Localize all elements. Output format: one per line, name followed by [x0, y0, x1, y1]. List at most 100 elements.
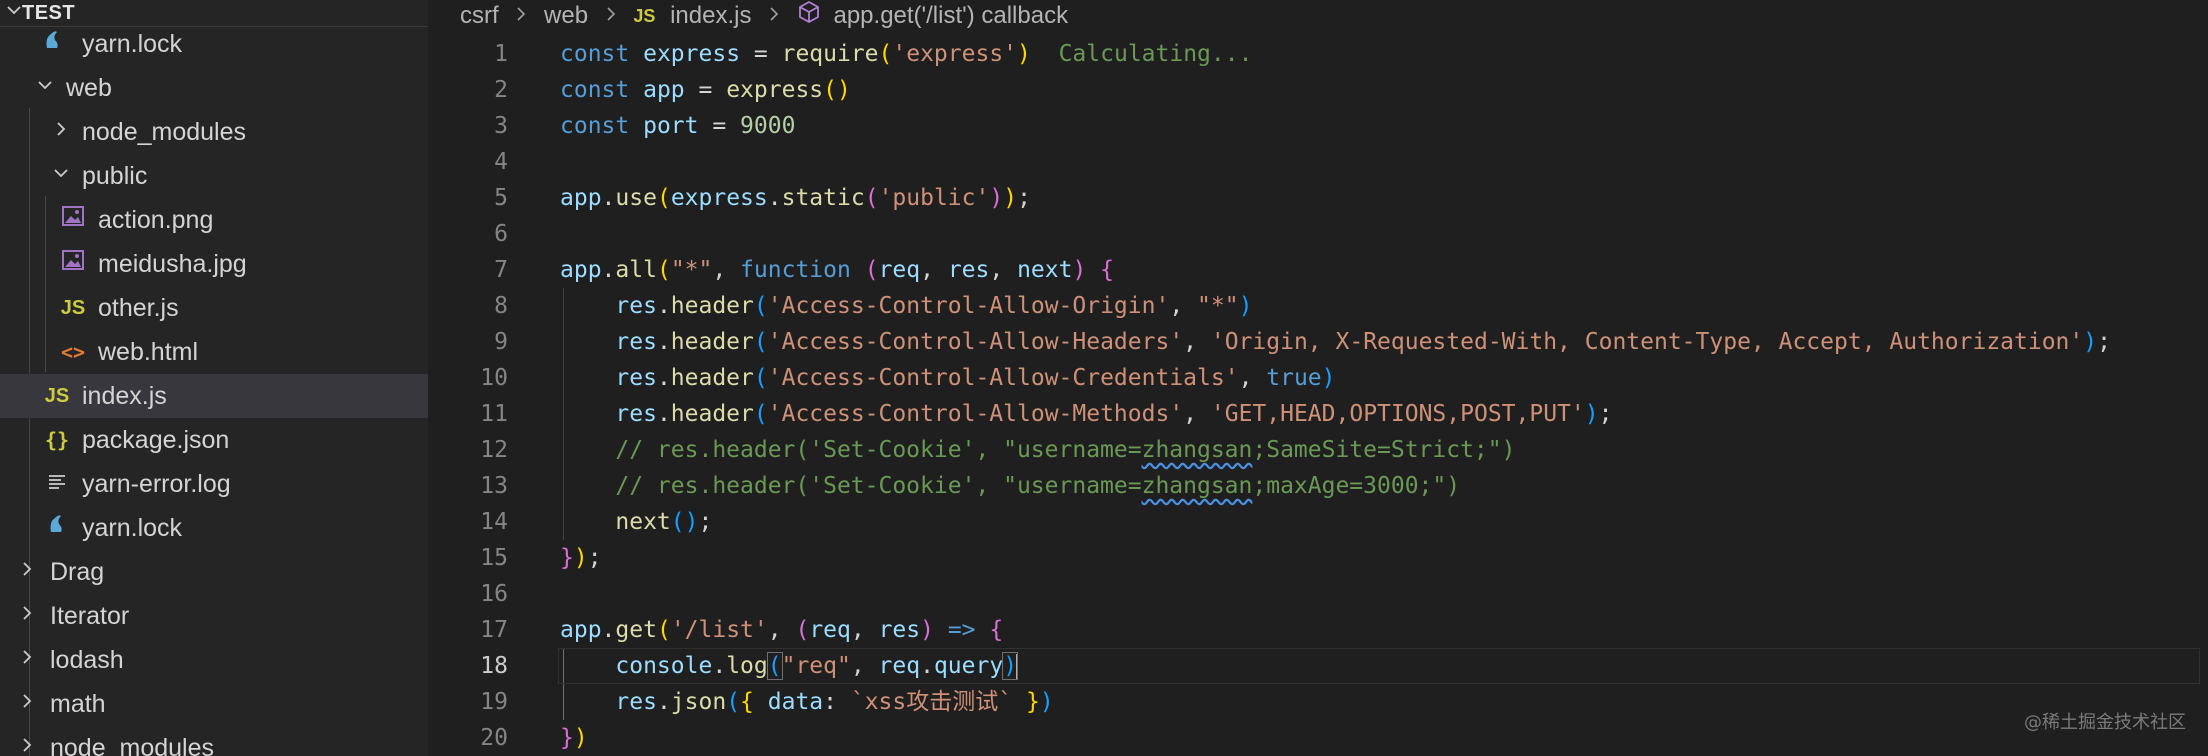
- image-icon: [60, 242, 86, 286]
- line-number: 9: [494, 329, 508, 355]
- tree-item-index-js[interactable]: JS index.js: [0, 374, 428, 418]
- tree-item-package-json[interactable]: {} package.json: [0, 418, 428, 462]
- explorer-sidebar: yarn.lock web node_modules public action…: [0, 0, 428, 756]
- code-line: next();: [615, 509, 713, 535]
- line-number: 19: [480, 689, 508, 715]
- code-line: app.use(express.static('public'));: [560, 185, 1031, 211]
- code-line: app.get('/list', (req, res) => {: [560, 617, 1004, 643]
- line-number: 20: [480, 725, 508, 751]
- code-line: const express = require('express') Calcu…: [560, 41, 1253, 67]
- tree-item-other-js[interactable]: JS other.js: [0, 286, 428, 330]
- explorer-title: TEST: [22, 2, 76, 24]
- line-number: 10: [480, 365, 508, 391]
- line-number: 15: [480, 545, 508, 571]
- breadcrumb: csrf web JS index.js app.get('/list') ca…: [460, 0, 1068, 30]
- line-number: 11: [480, 401, 508, 427]
- tree-item-label: node_modules: [50, 734, 215, 756]
- code-line: res.header('Access-Control-Allow-Headers…: [615, 329, 2111, 355]
- tree-item-yarn-lock[interactable]: yarn.lock: [0, 506, 428, 550]
- cube-icon: [797, 0, 821, 32]
- tree-item-action-png[interactable]: action.png: [0, 198, 428, 242]
- tree-item-web-html[interactable]: <> web.html: [0, 330, 428, 374]
- tree-folder-math[interactable]: math: [0, 682, 428, 726]
- code-line: res.header('Access-Control-Allow-Credent…: [615, 365, 1336, 391]
- log-icon: [44, 462, 70, 506]
- js-icon: JS: [44, 385, 70, 407]
- tree-item-label: public: [82, 162, 148, 190]
- tree-item-label: math: [50, 690, 106, 718]
- tree-item-label: web: [66, 74, 112, 102]
- line-number: 13: [480, 473, 508, 499]
- explorer-section-header[interactable]: TEST: [0, 0, 428, 27]
- tree-item-yarn-lock[interactable]: yarn.lock: [0, 22, 428, 66]
- chevron-right-icon: [14, 638, 40, 682]
- code-line: const port = 9000: [560, 113, 796, 139]
- code-line: app.all("*", function (req, res, next) {: [560, 257, 1115, 283]
- tree-item-label: package.json: [82, 426, 230, 454]
- tree-item-label: action.png: [98, 206, 214, 234]
- tree-folder-public[interactable]: public: [0, 154, 428, 198]
- line-number: 3: [494, 113, 508, 139]
- line-number: 8: [494, 293, 508, 319]
- yarn-icon: [44, 506, 70, 550]
- breadcrumb-symbol[interactable]: app.get('/list') callback: [833, 1, 1068, 31]
- tree-item-yarn-error-log[interactable]: yarn-error.log: [0, 462, 428, 506]
- line-number: 1: [494, 41, 508, 67]
- tree-item-label: lodash: [50, 646, 124, 674]
- line-number: 14: [480, 509, 508, 535]
- breadcrumb-folder[interactable]: web: [544, 1, 588, 31]
- chevron-down-icon: [48, 154, 74, 198]
- tree-folder-iterator[interactable]: Iterator: [0, 594, 428, 638]
- code-line: // res.header('Set-Cookie', "username=zh…: [615, 473, 1461, 499]
- code-line: });: [560, 545, 602, 571]
- chevron-right-icon: [14, 594, 40, 638]
- chevron-right-icon: [14, 726, 40, 756]
- code-line: // res.header('Set-Cookie', "username=zh…: [615, 437, 1516, 463]
- tree-folder-node-modules[interactable]: node_modules: [0, 110, 428, 154]
- chevron-down-icon: [32, 66, 58, 110]
- line-number: 12: [480, 437, 508, 463]
- line-number: 2: [494, 77, 508, 103]
- js-icon: JS: [633, 6, 656, 26]
- tree-item-label: node_modules: [82, 118, 247, 146]
- tree-folder-drag[interactable]: Drag: [0, 550, 428, 594]
- code-line: res.json({ data: `xss攻击测试` }): [615, 689, 1054, 715]
- tree-item-label: yarn-error.log: [82, 470, 231, 498]
- image-icon: [60, 198, 86, 242]
- breadcrumb-file[interactable]: index.js: [670, 1, 751, 31]
- yarn-icon: [40, 22, 66, 66]
- chevron-right-icon: [768, 1, 780, 31]
- chevron-right-icon: [14, 550, 40, 594]
- line-number: 6: [494, 221, 508, 247]
- tree-item-meidusha-jpg[interactable]: meidusha.jpg: [0, 242, 428, 286]
- line-number: 16: [480, 581, 508, 607]
- line-number: 17: [480, 617, 508, 643]
- code-line-active: console.log("req", req.query): [615, 652, 1019, 680]
- code-line: const app = express(): [560, 77, 851, 103]
- text-cursor: [1016, 653, 1019, 680]
- chevron-right-icon: [48, 110, 74, 154]
- inline-hint: Calculating...: [1058, 41, 1253, 67]
- tree-item-label: web.html: [98, 338, 199, 366]
- line-number: 5: [494, 185, 508, 211]
- tree-item-label: yarn.lock: [82, 514, 183, 542]
- line-number: 7: [494, 257, 508, 283]
- tree-item-label: Drag: [50, 558, 105, 586]
- chevron-right-icon: [14, 682, 40, 726]
- html-icon: <>: [60, 340, 86, 364]
- tree-folder-web[interactable]: web: [0, 66, 428, 110]
- tree-folder-node-modules-root[interactable]: node_modules: [0, 726, 428, 756]
- tree-folder-lodash[interactable]: lodash: [0, 638, 428, 682]
- code-line: res.header('Access-Control-Allow-Methods…: [615, 401, 1613, 427]
- tree-item-label: Iterator: [50, 602, 130, 630]
- code-line: res.header('Access-Control-Allow-Origin'…: [615, 293, 1253, 319]
- line-number: 4: [494, 149, 508, 175]
- tree-item-label: index.js: [82, 382, 167, 410]
- json-icon: {}: [44, 428, 70, 452]
- breadcrumb-folder[interactable]: csrf: [460, 1, 499, 31]
- chevron-right-icon: [605, 1, 617, 31]
- line-number-active: 18: [480, 653, 508, 679]
- code-editor[interactable]: csrf web JS index.js app.get('/list') ca…: [428, 0, 2208, 756]
- watermark: @稀土掘金技术社区: [2024, 712, 2186, 733]
- chevron-right-icon: [515, 1, 527, 31]
